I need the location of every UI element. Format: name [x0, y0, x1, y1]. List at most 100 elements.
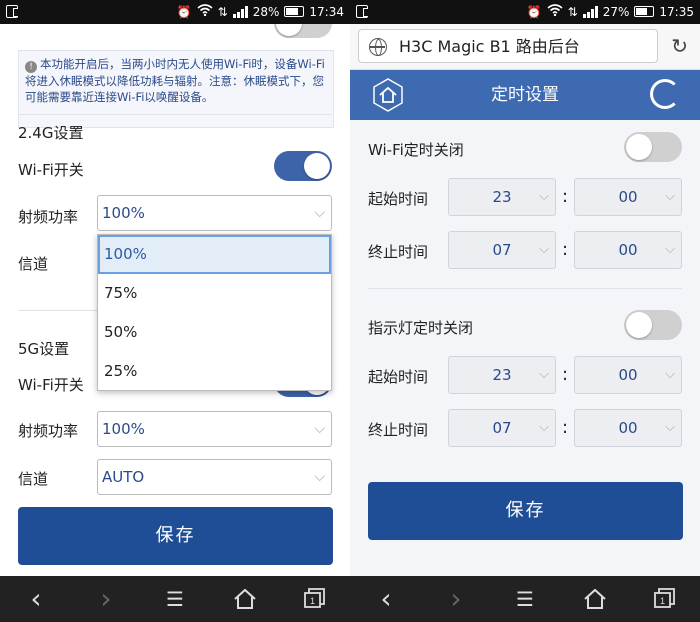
channel-label-2g: 信道: [18, 255, 49, 273]
led-start-min-select[interactable]: 00 ⌵: [574, 356, 682, 394]
divider: [18, 114, 332, 115]
wifi-end-min: 00: [618, 241, 638, 259]
wifi-icon: [197, 4, 213, 19]
right-screen: ⏰ ⇅ 27% 17:35 H3C Magic B1 路由后台 ↻ 定时设置 W…: [350, 0, 700, 622]
dropdown-option[interactable]: 100%: [98, 235, 331, 274]
wifi-switch-label-2g: Wi-Fi开关: [18, 161, 84, 179]
url-text: H3C Magic B1 路由后台: [399, 37, 580, 56]
svg-text:1: 1: [310, 596, 315, 606]
info-icon: !: [25, 61, 37, 73]
alarm-icon: ⏰: [176, 4, 192, 19]
reload-icon[interactable]: ↻: [671, 34, 688, 58]
dropdown-option[interactable]: 75%: [98, 274, 331, 313]
nav-bar: ‹ › ☰ 1: [350, 576, 700, 622]
power-value-5g: 100%: [102, 420, 145, 438]
chevron-down-icon: ⌵: [665, 242, 675, 257]
menu-icon[interactable]: ☰: [511, 588, 539, 612]
wifi-end-min-select[interactable]: 00 ⌵: [574, 231, 682, 269]
wifi-switch-toggle-2g[interactable]: [274, 151, 332, 181]
wifi-start-min-select[interactable]: 00 ⌵: [574, 178, 682, 216]
battery-icon: [284, 6, 305, 17]
led-start-min: 00: [618, 366, 638, 384]
page-title: 定时设置: [491, 85, 559, 105]
section-title-2g: 2.4G设置: [18, 124, 84, 142]
home-icon[interactable]: [581, 588, 609, 612]
left-screen: ⏰ ⇅ 28% 17:34 ! 本功能开启后，当两小时内无人使用Wi-Fi时，设备…: [0, 0, 350, 622]
nav-bar: ‹ › ☰ 1: [0, 576, 350, 622]
globe-icon: [369, 38, 387, 56]
wifi-timer-toggle[interactable]: [624, 132, 682, 162]
wifi-icon: [547, 4, 563, 19]
signal-icon: [582, 5, 598, 18]
notice-text: 本功能开启后，当两小时内无人使用Wi-Fi时，设备Wi-Fi将进入休眠模式以降低…: [25, 57, 325, 104]
url-input[interactable]: H3C Magic B1 路由后台: [358, 29, 658, 63]
wifi-end-hour-select[interactable]: 07 ⌵: [448, 231, 556, 269]
chevron-down-icon: ⌵: [539, 189, 549, 204]
tabs-icon[interactable]: 1: [301, 588, 329, 612]
power-label-5g: 射频功率: [18, 422, 79, 440]
forward-icon[interactable]: ›: [92, 585, 120, 613]
alarm-icon: ⏰: [526, 4, 542, 19]
led-end-hour: 07: [492, 419, 512, 437]
wifi-start-min: 00: [618, 188, 638, 206]
channel-label-5g: 信道: [18, 470, 49, 488]
forward-icon[interactable]: ›: [442, 585, 470, 613]
dropdown-option[interactable]: 25%: [98, 352, 331, 391]
power-value-2g: 100%: [102, 204, 145, 222]
data-icon: ⇅: [567, 4, 578, 19]
led-end-min: 00: [618, 419, 638, 437]
dropdown-option[interactable]: 50%: [98, 313, 331, 352]
svg-text:1: 1: [660, 596, 665, 606]
screen-icon: [356, 5, 368, 18]
led-timer-toggle[interactable]: [624, 310, 682, 340]
power-label-2g: 射频功率: [18, 208, 79, 226]
time-colon: :: [562, 417, 569, 438]
led-start-hour-select[interactable]: 23 ⌵: [448, 356, 556, 394]
save-button[interactable]: 保存: [18, 507, 333, 565]
status-bar: ⏰ ⇅ 27% 17:35: [350, 0, 700, 24]
led-end-min-select[interactable]: 00 ⌵: [574, 409, 682, 447]
sleep-notice: ! 本功能开启后，当两小时内无人使用Wi-Fi时，设备Wi-Fi将进入休眠模式以降…: [18, 50, 334, 128]
power-select-2g[interactable]: 100% ⌵: [97, 195, 332, 231]
channel-value-5g: AUTO: [102, 468, 145, 486]
chevron-down-icon: ⌵: [539, 367, 549, 382]
browser-bar: H3C Magic B1 路由后台 ↻: [350, 24, 700, 70]
section-title-5g: 5G设置: [18, 340, 70, 358]
power-dropdown: 100% 75% 50% 25%: [97, 234, 332, 391]
channel-select-5g[interactable]: AUTO ⌵: [97, 459, 332, 495]
chevron-down-icon: ⌵: [314, 205, 325, 221]
led-start-label: 起始时间: [368, 368, 429, 386]
settings-content: ! 本功能开启后，当两小时内无人使用Wi-Fi时，设备Wi-Fi将进入休眠模式以降…: [0, 24, 350, 576]
chevron-down-icon: ⌵: [539, 420, 549, 435]
save-button[interactable]: 保存: [368, 482, 683, 540]
chevron-down-icon: ⌵: [665, 189, 675, 204]
menu-icon[interactable]: ☰: [161, 588, 189, 612]
page-header: 定时设置: [350, 70, 700, 120]
wifi-start-hour: 23: [492, 188, 512, 206]
time-colon: :: [562, 239, 569, 260]
tabs-icon[interactable]: 1: [651, 588, 679, 612]
battery-percent: 27%: [602, 4, 630, 19]
power-select-5g[interactable]: 100% ⌵: [97, 411, 332, 447]
led-end-hour-select[interactable]: 07 ⌵: [448, 409, 556, 447]
back-icon[interactable]: ‹: [22, 585, 50, 613]
signal-icon: [232, 5, 248, 18]
wifi-switch-label-5g: Wi-Fi开关: [18, 376, 84, 394]
battery-icon: [634, 6, 655, 17]
chevron-down-icon: ⌵: [539, 242, 549, 257]
wifi-end-hour: 07: [492, 241, 512, 259]
screen-icon: [6, 5, 18, 18]
led-start-hour: 23: [492, 366, 512, 384]
time-colon: :: [562, 364, 569, 385]
chevron-down-icon: ⌵: [314, 469, 325, 485]
home-icon[interactable]: [231, 588, 259, 612]
chevron-down-icon: ⌵: [665, 367, 675, 382]
wifi-start-hour-select[interactable]: 23 ⌵: [448, 178, 556, 216]
wifi-sleep-toggle[interactable]: [274, 24, 332, 38]
back-icon[interactable]: ‹: [372, 585, 400, 613]
data-icon: ⇅: [217, 4, 228, 19]
wifi-start-label: 起始时间: [368, 190, 429, 208]
clock: 17:35: [659, 4, 694, 19]
wifi-timer-label: Wi-Fi定时关闭: [368, 141, 464, 159]
led-end-label: 终止时间: [368, 421, 429, 439]
